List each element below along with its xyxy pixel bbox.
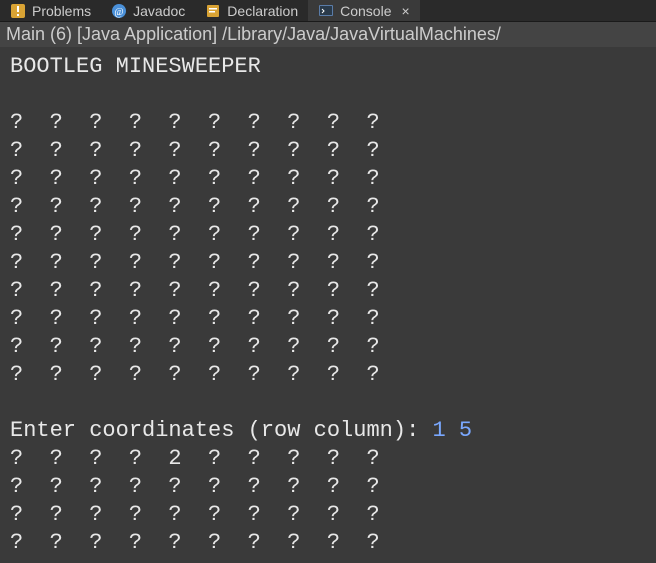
console-line: ? ? ? ? ? ? ? ? ? ? <box>10 250 380 275</box>
console-line: ? ? ? ? ? ? ? ? ? ? <box>10 530 380 555</box>
console-title: BOOTLEG MINESWEEPER <box>10 54 261 79</box>
console-icon <box>318 3 334 19</box>
tab-bar: Problems @ Javadoc Declaration Console × <box>0 0 656 22</box>
console-line: ? ? ? ? ? ? ? ? ? ? <box>10 306 380 331</box>
console-line: ? ? ? ? ? ? ? ? ? ? <box>10 138 380 163</box>
tab-javadoc-label: Javadoc <box>133 3 185 19</box>
tab-declaration-label: Declaration <box>227 3 298 19</box>
console-line: ? ? ? ? ? ? ? ? ? ? <box>10 278 380 303</box>
console-line: ? ? ? ? ? ? ? ? ? ? <box>10 222 380 247</box>
declaration-icon <box>205 3 221 19</box>
console-line: ? ? ? ? ? ? ? ? ? ? <box>10 166 380 191</box>
console-output: BOOTLEG MINESWEEPER ? ? ? ? ? ? ? ? ? ? … <box>0 47 656 563</box>
user-input: 1 5 <box>432 418 472 443</box>
console-line: ? ? ? ? ? ? ? ? ? ? <box>10 502 380 527</box>
console-line: ? ? ? ? ? ? ? ? ? ? <box>10 334 380 359</box>
tab-problems[interactable]: Problems <box>0 0 101 21</box>
problems-icon <box>10 3 26 19</box>
tab-declaration[interactable]: Declaration <box>195 0 308 21</box>
launch-info: Main (6) [Java Application] /Library/Jav… <box>0 22 656 47</box>
console-line: ? ? ? ? ? ? ? ? ? ? <box>10 362 380 387</box>
close-icon[interactable]: × <box>402 3 410 19</box>
tab-console[interactable]: Console × <box>308 0 420 21</box>
console-line: ? ? ? ? ? ? ? ? ? ? <box>10 194 380 219</box>
svg-text:@: @ <box>115 7 124 18</box>
console-line: ? ? ? ? ? ? ? ? ? ? <box>10 474 380 499</box>
console-prompt: Enter coordinates (row column): <box>10 418 432 443</box>
console-line: ? ? ? ? 2 ? ? ? ? ? <box>10 446 380 471</box>
tab-javadoc[interactable]: @ Javadoc <box>101 0 195 21</box>
console-line: ? ? ? ? ? ? ? ? ? ? <box>10 110 380 135</box>
javadoc-icon: @ <box>111 3 127 19</box>
tab-console-label: Console <box>340 3 391 19</box>
tab-problems-label: Problems <box>32 3 91 19</box>
